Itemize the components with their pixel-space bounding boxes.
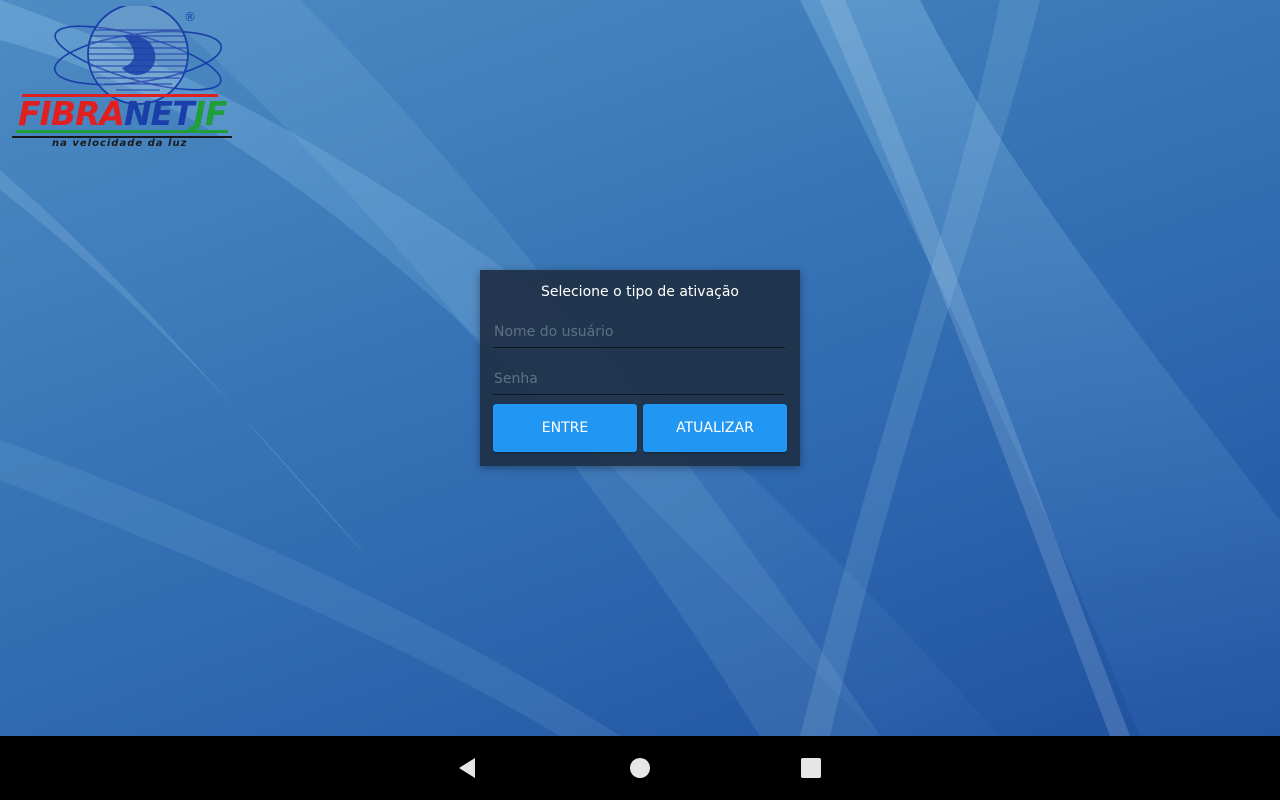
dialog-title: Selecione o tipo de ativação bbox=[540, 284, 739, 300]
recent-apps-button[interactable] bbox=[791, 748, 831, 788]
brand-wordmark: FIBRANETJF bbox=[18, 94, 228, 133]
brand-net: NET bbox=[123, 94, 195, 133]
brand-tagline: na velocidade da luz bbox=[52, 138, 188, 149]
system-navigation-bar bbox=[0, 736, 1280, 800]
home-button[interactable] bbox=[620, 748, 660, 788]
fibranet-logo: ® FIBRANETJF na velocidade da luz bbox=[4, 3, 272, 156]
enter-button[interactable]: ENTRE bbox=[493, 404, 637, 452]
brand-fibra: FIBRA bbox=[18, 94, 125, 133]
back-triangle-icon bbox=[459, 758, 475, 778]
home-circle-icon bbox=[630, 758, 650, 778]
username-input[interactable] bbox=[493, 316, 785, 348]
registered-mark: ® bbox=[184, 10, 196, 24]
screen: ® FIBRANETJF na velocidade da luz Seleci… bbox=[0, 0, 1280, 800]
back-button[interactable] bbox=[448, 748, 488, 788]
globe-icon bbox=[12, 3, 232, 138]
recent-apps-square-icon bbox=[801, 758, 821, 778]
update-button[interactable]: ATUALIZAR bbox=[643, 404, 787, 452]
brand-jf: JF bbox=[193, 94, 228, 133]
activation-dialog: Selecione o tipo de ativação ENTRE ATUAL… bbox=[480, 270, 800, 466]
password-input[interactable] bbox=[493, 363, 785, 395]
